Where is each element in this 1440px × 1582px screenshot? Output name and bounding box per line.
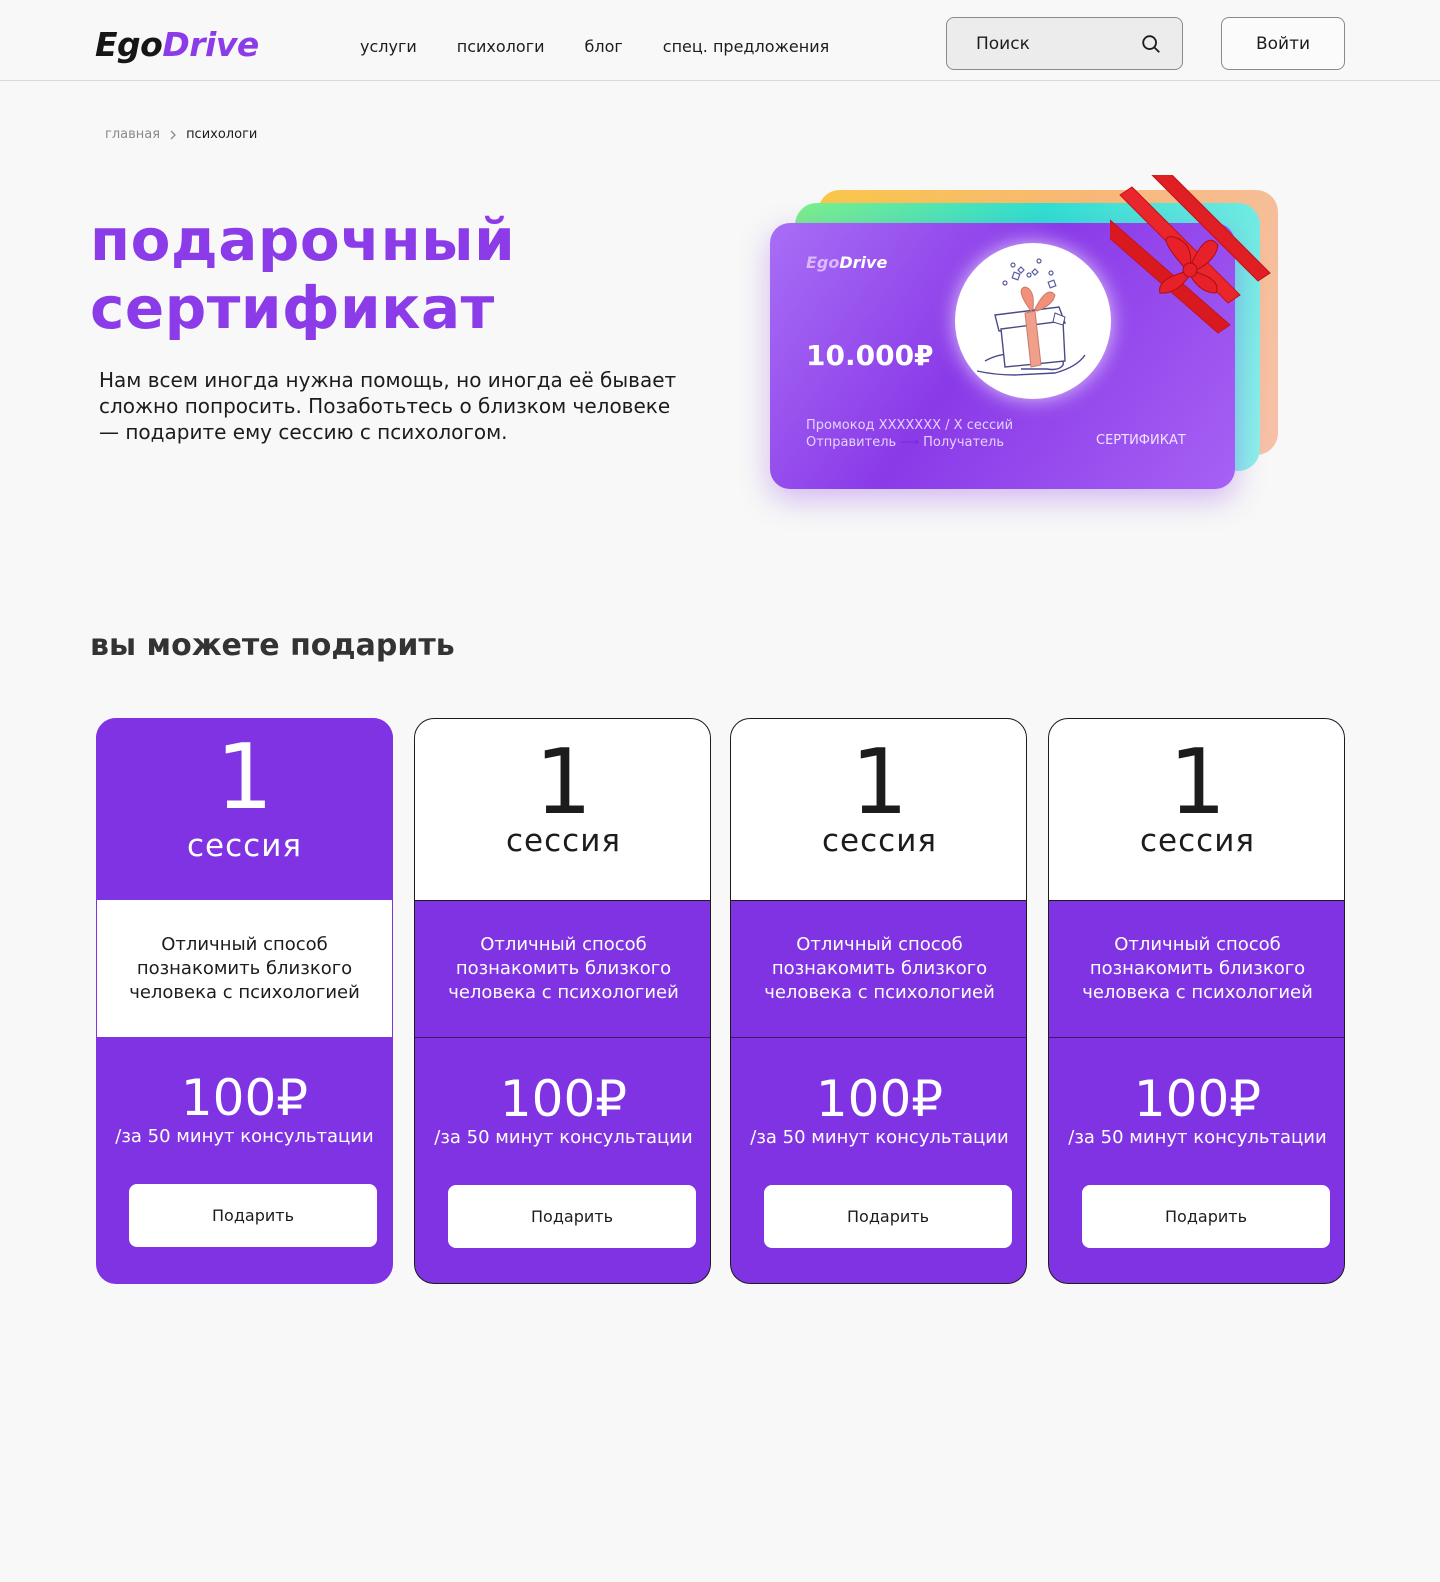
gift-card-duration: /за 50 минут консультации bbox=[1068, 1127, 1327, 1148]
gift-button[interactable]: Подарить bbox=[129, 1184, 377, 1247]
gift-card-description: Отличный способ познакомить близкого чел… bbox=[96, 900, 393, 1037]
gift-circle bbox=[955, 243, 1111, 399]
gift-card-header: 1 сессия bbox=[731, 719, 1026, 901]
certificate-sender: Отправитель bbox=[806, 435, 897, 450]
certificate-logo-ego: Ego bbox=[806, 253, 840, 272]
page-title-line1: подарочный bbox=[90, 206, 516, 274]
nav-blog[interactable]: блог bbox=[585, 36, 623, 58]
breadcrumb-home[interactable]: главная bbox=[105, 127, 160, 142]
page-title: подарочный сертификат bbox=[90, 206, 610, 342]
login-button[interactable]: Войти bbox=[1221, 17, 1345, 70]
gift-button[interactable]: Подарить bbox=[448, 1185, 696, 1248]
gift-card-price: 100₽ bbox=[1133, 1070, 1262, 1128]
gift-card-description: Отличный способ познакомить близкого чел… bbox=[731, 901, 1026, 1038]
gift-icon bbox=[976, 258, 1086, 376]
certificate-promo: Промокод XXXXXXX / X сессий Отправитель … bbox=[806, 417, 1013, 451]
nav-special-offers[interactable]: спец. предложения bbox=[663, 36, 829, 58]
certificate-sender-receiver: Отправитель ⟶ Получатель bbox=[806, 434, 1013, 451]
certificate-logo-drive: Drive bbox=[839, 253, 888, 272]
logo-part-drive: Drive bbox=[162, 25, 259, 64]
certificate-illustration: EgoDrive 10.000₽ Промокод XXXXXXX / X се… bbox=[770, 175, 1290, 505]
search-icon[interactable] bbox=[1140, 33, 1162, 55]
gift-card: 1 сессия Отличный способ познакомить бли… bbox=[1048, 718, 1345, 1284]
gift-button[interactable]: Подарить bbox=[1082, 1185, 1330, 1248]
session-count: 1 bbox=[1168, 730, 1227, 835]
nav-services[interactable]: услуги bbox=[360, 36, 417, 58]
arrow-right-icon: ⟶ bbox=[900, 435, 919, 450]
header: EgoDrive услуги психологи блог спец. пре… bbox=[0, 0, 1440, 81]
gift-card-duration: /за 50 минут консультации bbox=[434, 1127, 693, 1148]
breadcrumb-current: психологи bbox=[186, 127, 258, 142]
gift-card-description: Отличный способ познакомить близкого чел… bbox=[1049, 901, 1344, 1038]
certificate-card-front: EgoDrive 10.000₽ Промокод XXXXXXX / X се… bbox=[770, 223, 1235, 489]
gift-card-description: Отличный способ познакомить близкого чел… bbox=[415, 901, 710, 1038]
certificate-label: СЕРТИФИКАТ bbox=[1096, 433, 1186, 448]
gift-button[interactable]: Подарить bbox=[764, 1185, 1012, 1248]
session-unit: сессия bbox=[187, 828, 302, 864]
gift-card-header: 1 сессия bbox=[96, 718, 393, 900]
session-count: 1 bbox=[850, 730, 909, 835]
section-title: вы можете подарить bbox=[90, 628, 455, 663]
search-input[interactable] bbox=[976, 33, 1126, 54]
gift-card-price: 100₽ bbox=[815, 1070, 944, 1128]
session-unit: сессия bbox=[506, 823, 621, 859]
logo-part-ego: Ego bbox=[95, 25, 163, 64]
gift-card: 1 сессия Отличный способ познакомить бли… bbox=[96, 718, 393, 1284]
gift-card-duration: /за 50 минут консультации bbox=[750, 1127, 1009, 1148]
gift-options: 1 сессия Отличный способ познакомить бли… bbox=[96, 718, 1346, 1284]
search-box bbox=[946, 17, 1183, 70]
certificate-promo-code: Промокод XXXXXXX / X сессий bbox=[806, 418, 1014, 433]
gift-card-header: 1 сессия bbox=[1049, 719, 1344, 901]
session-unit: сессия bbox=[1140, 823, 1255, 859]
session-unit: сессия bbox=[822, 823, 937, 859]
gift-card-header: 1 сессия bbox=[415, 719, 710, 901]
main-nav: услуги психологи блог спец. предложения bbox=[360, 36, 829, 58]
gift-card: 1 сессия Отличный способ познакомить бли… bbox=[414, 718, 711, 1284]
logo[interactable]: EgoDrive bbox=[95, 25, 259, 65]
gift-card: 1 сессия Отличный способ познакомить бли… bbox=[730, 718, 1027, 1284]
page-title-line2: сертификат bbox=[90, 274, 495, 342]
session-count: 1 bbox=[534, 730, 593, 835]
gift-card-price: 100₽ bbox=[499, 1070, 628, 1128]
certificate-amount: 10.000₽ bbox=[806, 339, 934, 372]
session-count: 1 bbox=[215, 725, 274, 830]
gift-card-duration: /за 50 минут консультации bbox=[115, 1126, 374, 1147]
certificate-logo: EgoDrive bbox=[806, 253, 887, 272]
gift-card-price: 100₽ bbox=[180, 1069, 309, 1127]
breadcrumb: главная психологи bbox=[105, 127, 257, 142]
hero-description: Нам всем иногда нужна помощь, но иногда … bbox=[99, 368, 677, 444]
nav-psychologists[interactable]: психологи bbox=[457, 36, 545, 58]
certificate-receiver: Получатель bbox=[923, 435, 1005, 450]
chevron-right-icon bbox=[170, 130, 176, 139]
